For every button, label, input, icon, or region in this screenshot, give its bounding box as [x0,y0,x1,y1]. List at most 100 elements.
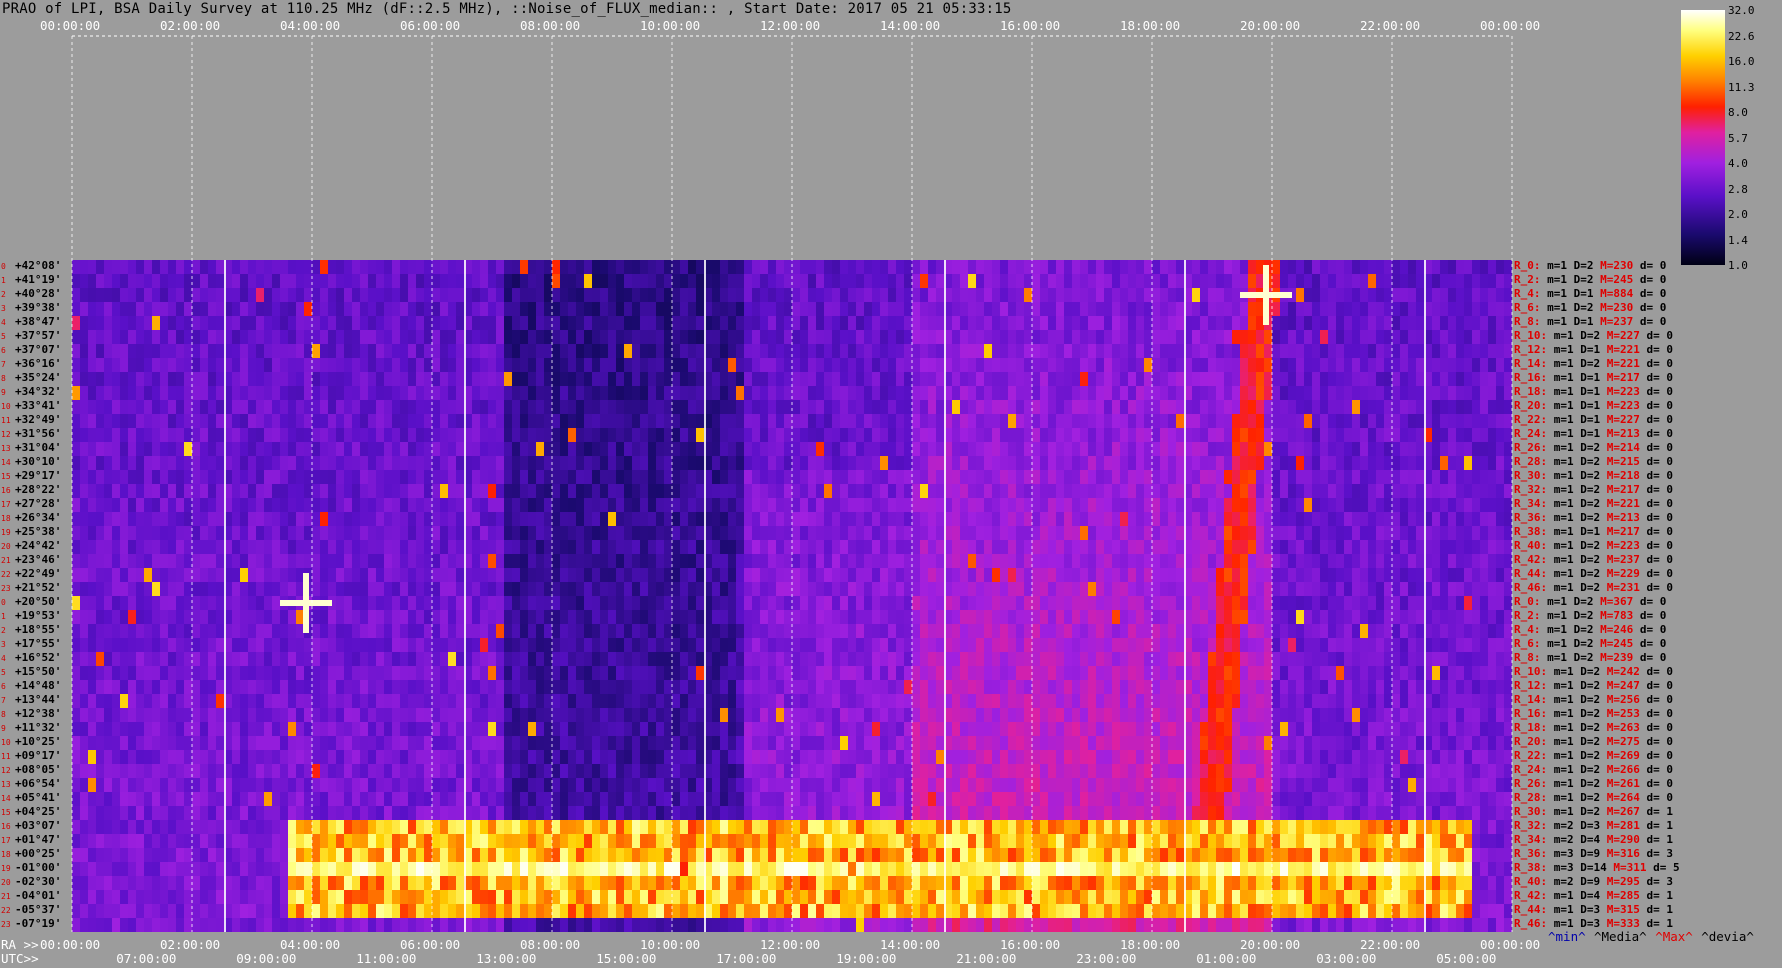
row-stat-deviation: d= 0 [1646,469,1673,482]
row-stat-min-median: m=1 D=2 [1547,273,1601,286]
row-index: 11 [1,416,11,425]
row-index: 19 [1,528,11,537]
dec-label: +36°16' [15,357,62,370]
dec-label: +33°41' [15,399,62,412]
row-stat: R_40: m=2 D=9 M=295 d= 3 [1514,875,1673,888]
row-stat-deviation: d= 1 [1646,805,1673,818]
row-stat-deviation: d= 0 [1646,553,1673,566]
row-stat-name: R_22: [1514,413,1554,426]
row-stat-max: M=290 [1606,833,1647,846]
row-stat: R_28: m=1 D=2 M=215 d= 0 [1514,455,1673,468]
row-index: 2 [1,626,6,635]
row-index: 21 [1,892,11,901]
row-stat: R_42: m=1 D=4 M=285 d= 1 [1514,889,1673,902]
dec-label: +01°47' [15,833,62,846]
row-index: 10 [1,738,11,747]
row-stat-max: M=223 [1606,385,1647,398]
row-stat-min-median: m=1 D=2 [1547,637,1601,650]
row-index: 22 [1,906,11,915]
row-stat: R_44: m=1 D=3 M=315 d= 1 [1514,903,1673,916]
row-stat-deviation: d= 0 [1646,357,1673,370]
row-stat-min-median: m=1 D=2 [1547,595,1601,608]
row-stat: R_18: m=1 D=2 M=263 d= 0 [1514,721,1673,734]
row-index: 11 [1,752,11,761]
row-index: 8 [1,710,6,719]
row-index: 14 [1,794,11,803]
row-stat: R_0: m=1 D=2 M=230 d= 0 [1514,259,1666,272]
row-index: 5 [1,668,6,677]
row-stat-name: R_28: [1514,791,1554,804]
top-tick-label: 06:00:00 [400,18,461,33]
row-index: 6 [1,682,6,691]
colorbar-tick-label: 11.3 [1728,80,1755,94]
colorbar [1681,10,1725,265]
top-tick-label: 04:00:00 [280,18,341,33]
row-stat: R_24: m=1 D=2 M=266 d= 0 [1514,763,1673,776]
row-stat-name: R_16: [1514,371,1554,384]
utc-tick-label: 05:00:00 [1436,951,1497,966]
row-stat-max: M=263 [1606,721,1647,734]
row-stat-name: R_34: [1514,833,1554,846]
utc-tick-label: 15:00:00 [596,951,657,966]
row-stat: R_28: m=1 D=2 M=264 d= 0 [1514,791,1673,804]
row-stat: R_22: m=1 D=2 M=269 d= 0 [1514,749,1673,762]
row-stat-max: M=285 [1606,889,1647,902]
row-stat: R_10: m=1 D=2 M=242 d= 0 [1514,665,1673,678]
dec-label: +19°53' [15,609,62,622]
row-stat-deviation: d= 1 [1646,889,1673,902]
row-stat-min-median: m=1 D=2 [1547,259,1601,272]
row-stat-max: M=231 [1606,581,1647,594]
row-stat-name: R_4: [1514,623,1548,636]
row-stat-min-median: m=1 D=1 [1553,385,1607,398]
row-stat-max: M=221 [1606,357,1647,370]
colorbar-tick-label: 4.0 [1728,157,1748,170]
row-stat-min-median: m=1 D=2 [1553,777,1607,790]
dec-label: +04°25' [15,805,62,818]
row-stat-name: R_46: [1514,581,1554,594]
row-stat-deviation: d= 0 [1646,721,1673,734]
row-stat-max: M=237 [1606,553,1647,566]
row-stat-max: M=783 [1600,609,1640,622]
row-stat-min-median: m=1 D=1 [1547,287,1601,300]
row-stat-max: M=213 [1606,427,1647,440]
legend-footer-item: ^devia^ [1701,929,1754,944]
row-stat-name: R_32: [1514,819,1554,832]
dec-label: +20°50' [15,595,62,608]
row-index: 7 [1,360,6,369]
row-stat: R_34: m=2 D=4 M=290 d= 1 [1514,833,1673,846]
row-stat-min-median: m=1 D=2 [1547,651,1601,664]
dec-label: -07°19' [15,917,62,930]
row-stat: R_36: m=3 D=9 M=316 d= 3 [1514,847,1673,860]
row-index: 23 [1,584,11,593]
row-stat-deviation: d= 0 [1646,581,1673,594]
row-stat-min-median: m=2 D=3 [1553,819,1607,832]
colorbar-tick-label: 2.0 [1728,208,1748,221]
row-stat-name: R_16: [1514,707,1554,720]
row-stat-name: R_2: [1514,273,1548,286]
row-stat-max: M=230 [1600,301,1640,314]
row-stat-max: M=221 [1606,343,1647,356]
row-stat: R_20: m=1 D=1 M=223 d= 0 [1514,399,1673,412]
row-stat-deviation: d= 1 [1646,833,1673,846]
dec-label: +37°07' [15,343,62,356]
dec-label: +09°17' [15,749,62,762]
legend-footer-item: ^Max^ [1655,929,1693,944]
row-index: 15 [1,472,11,481]
row-stat-deviation: d= 3 [1646,875,1673,888]
row-stat-deviation: d= 0 [1639,651,1667,664]
row-stat-max: M=266 [1606,763,1647,776]
colorbar-tick-label: 1.4 [1728,233,1748,247]
top-tick-label: 02:00:00 [160,18,221,33]
row-index: 12 [1,430,11,439]
row-index: 6 [1,346,6,355]
row-stat: R_26: m=1 D=2 M=261 d= 0 [1514,777,1673,790]
dec-label: +40°28' [15,287,62,300]
row-index: 1 [1,612,6,621]
colorbar-tick-label: 32.0 [1728,4,1755,17]
row-stat-min-median: m=1 D=2 [1553,441,1607,454]
row-stat-name: R_14: [1514,357,1554,370]
row-stat-deviation: d= 1 [1646,903,1673,916]
row-index: 14 [1,458,11,467]
row-stat: R_42: m=1 D=2 M=237 d= 0 [1514,553,1673,566]
row-stat-deviation: d= 3 [1646,847,1673,860]
